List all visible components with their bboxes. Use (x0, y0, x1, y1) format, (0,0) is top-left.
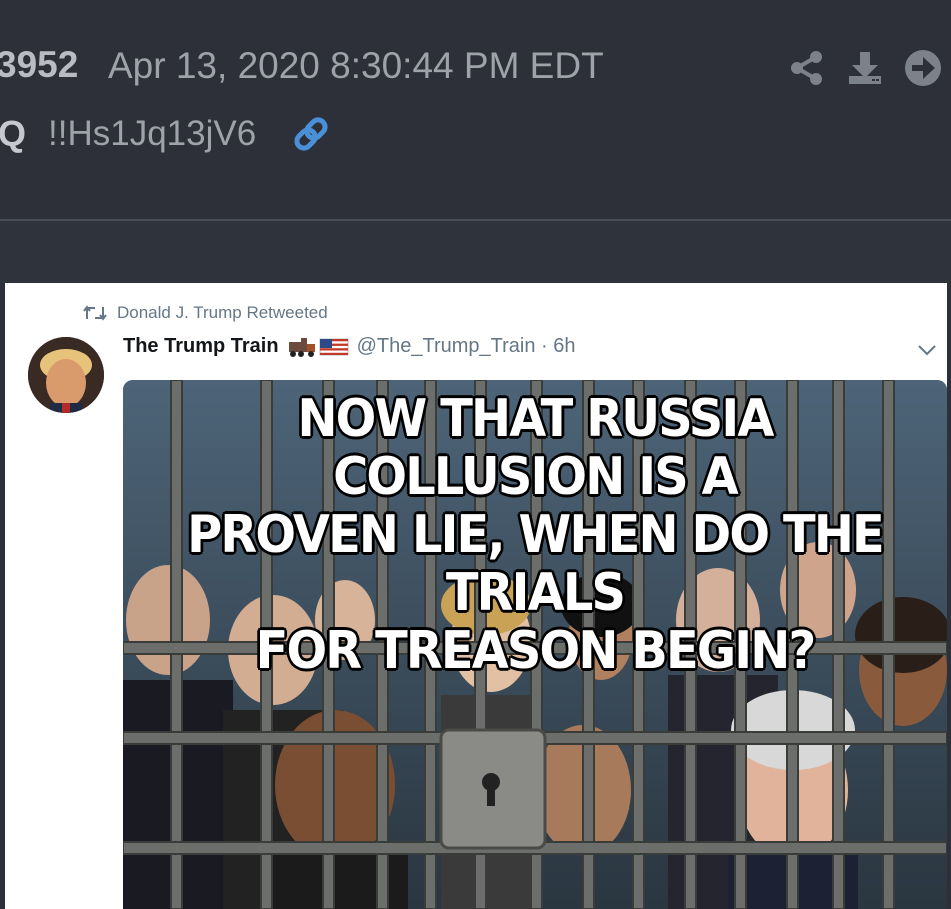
tweet-display-name[interactable]: The Trump Train (123, 335, 279, 358)
meme-line-3: FOR TREASON BEGIN? (255, 621, 817, 681)
post-header: 3952 Apr 13, 2020 8:30:44 PM EDT Q !!Hs1… (0, 0, 951, 220)
embedded-tweet-image: Donald J. Trump Retweeted The Trump Trai… (5, 283, 947, 909)
name-emojis (287, 336, 349, 358)
us-flag-icon (319, 338, 349, 355)
tweet-handle-time[interactable]: @The_Trump_Train · 6h (357, 335, 576, 358)
post-author: Q (0, 113, 27, 154)
post-datetime: Apr 13, 2020 8:30:44 PM EDT (108, 45, 604, 86)
chevron-down-icon[interactable] (917, 343, 937, 357)
meme-caption: NOW THAT RUSSIA COLLUSION IS A PROVEN LI… (156, 390, 914, 680)
meme-image[interactable]: NOW THAT RUSSIA COLLUSION IS A PROVEN LI… (123, 380, 947, 909)
arrow-right-circle-icon[interactable] (903, 48, 943, 88)
share-icon[interactable] (787, 48, 827, 88)
post-number[interactable]: 3952 (0, 44, 78, 86)
link-icon[interactable] (290, 113, 332, 155)
retweet-row: Donald J. Trump Retweeted (83, 303, 328, 323)
meme-line-2: PROVEN LIE, WHEN DO THE TRIALS (187, 505, 885, 623)
post-tripcode: !!Hs1Jq13jV6 (48, 114, 257, 153)
meme-line-1: NOW THAT RUSSIA COLLUSION IS A (297, 389, 774, 507)
retweet-icon (83, 305, 107, 321)
retweet-label: Donald J. Trump Retweeted (117, 303, 328, 322)
post-actions (787, 48, 943, 88)
download-icon[interactable] (845, 48, 885, 88)
tweet-author-row: The Trump Train @The_Trump_Train · 6h (123, 335, 575, 358)
avatar[interactable] (28, 337, 104, 413)
post-subbar (0, 221, 951, 283)
train-icon (288, 337, 315, 357)
